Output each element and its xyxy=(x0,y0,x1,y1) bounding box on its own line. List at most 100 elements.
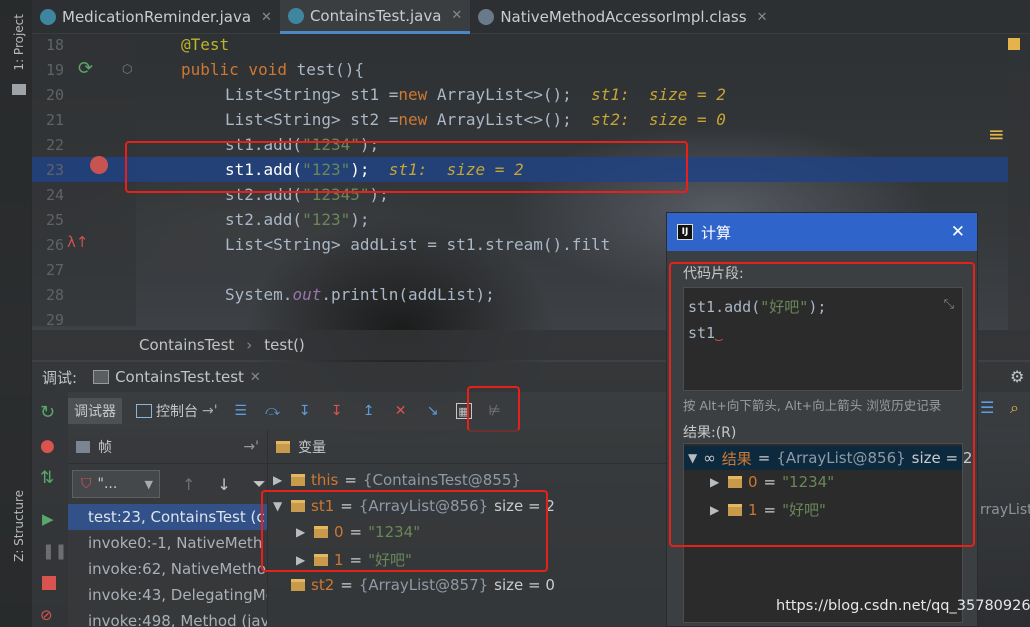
breadcrumb-class[interactable]: ContainsTest xyxy=(139,336,234,354)
thread-selector-value: "... xyxy=(97,476,118,492)
frames-panel: 帧 →' ⛉ "... ▼ ↑ ↓ ⏷ test:23, ContainsTes… xyxy=(68,430,268,627)
keyword-token: new xyxy=(398,85,428,104)
gear-icon[interactable]: ⚙ xyxy=(1010,367,1024,386)
tab-medication-reminder[interactable]: MedicationReminder.java ✕ xyxy=(32,0,280,34)
console-tab-label: 控制台 xyxy=(156,404,198,420)
tab-contains-test[interactable]: ContainsTest.java ✕ xyxy=(279,0,471,34)
frames-icon xyxy=(76,440,90,453)
frame-item[interactable]: invoke0:-1, NativeMeth xyxy=(68,530,267,556)
list-icon[interactable]: ☰ xyxy=(980,398,994,417)
pause-icon[interactable]: ❚❚ xyxy=(42,542,67,560)
close-icon[interactable]: ✕ xyxy=(261,10,272,25)
mute-breakpoints-icon[interactable]: ⊘ xyxy=(40,606,53,624)
run-to-cursor-icon[interactable]: ↘ xyxy=(424,402,442,420)
show-execution-point-icon[interactable]: ☰ xyxy=(232,402,250,420)
menu-lines-icon[interactable]: ≡ xyxy=(988,122,1005,146)
step-over-icon[interactable]: ⤼ xyxy=(264,402,282,420)
variable-icon xyxy=(291,474,305,486)
rerun-icon[interactable]: ↻ xyxy=(40,402,55,423)
left-tool-strip: 1: Project Z: Structure xyxy=(0,0,32,627)
up-arrow-icon[interactable]: ↑ xyxy=(182,475,195,494)
line-number: 20 xyxy=(45,86,64,104)
chevron-right-icon: › xyxy=(246,336,253,354)
tab-native-method-accessor[interactable]: NativeMethodAccessorImpl.class ✕ xyxy=(470,0,775,34)
line-number: 29 xyxy=(45,311,64,329)
frame-item[interactable]: invoke:62, NativeMetho xyxy=(68,556,267,582)
line-number: 26 xyxy=(45,236,64,254)
line-number: 23 xyxy=(45,161,64,179)
frame-item[interactable]: invoke:43, DelegatingMe xyxy=(68,582,267,608)
dialog-title: 计算 xyxy=(701,223,732,242)
step-out-icon[interactable]: ↥ xyxy=(360,402,378,420)
tab-label: ContainsTest.java xyxy=(309,6,442,25)
editor-tab-bar: MedicationReminder.java ✕ ContainsTest.j… xyxy=(32,0,1030,34)
resume-program-icon[interactable]: ▶ xyxy=(42,510,54,528)
code-token: System. xyxy=(225,285,293,304)
view-breakpoints-icon[interactable]: ● xyxy=(40,436,55,456)
annotation-token: @Test xyxy=(181,35,230,54)
thread-selector[interactable]: ⛉ "... ▼ xyxy=(72,470,160,498)
pin-icon[interactable]: →' xyxy=(243,439,259,455)
tab-label: NativeMethodAccessorImpl.class xyxy=(500,8,747,26)
folder-icon[interactable] xyxy=(12,84,26,95)
variable-ref: {ArrayList@857} xyxy=(358,576,489,594)
lambda-breakpoint-icon[interactable]: λ↑ xyxy=(67,233,88,251)
project-tool-label[interactable]: 1: Project xyxy=(12,14,26,71)
variable-size: size = 0 xyxy=(494,576,555,594)
close-icon[interactable]: ✕ xyxy=(451,8,462,23)
variables-header: 变量 xyxy=(268,430,668,464)
line-number: 27 xyxy=(45,261,64,279)
keyword-token: new xyxy=(398,110,428,129)
close-icon[interactable]: ✕ xyxy=(757,10,768,25)
variable-ref: {ContainsTest@855} xyxy=(362,471,521,489)
code-token: .println(addList); xyxy=(321,285,495,304)
code-token: List<String> st2 = xyxy=(225,110,399,129)
inspect-icon[interactable]: ⌕ xyxy=(1010,398,1019,418)
variable-eq: = xyxy=(344,471,357,489)
code-token: ArrayList<>(); xyxy=(427,85,572,104)
session-tab-label: ContainsTest.test xyxy=(115,368,244,386)
close-icon[interactable]: ✕ xyxy=(250,370,261,385)
highlight-evaluate-button xyxy=(467,386,520,432)
drop-frame-icon[interactable]: ✕ xyxy=(392,402,410,420)
java-class-icon xyxy=(287,7,304,24)
highlight-evaluate-dialog xyxy=(669,262,975,547)
debug-session-tab[interactable]: ContainsTest.test ✕ xyxy=(93,368,261,386)
frame-item[interactable]: test:23, ContainsTest (c xyxy=(68,504,267,530)
variables-header-label: 变量 xyxy=(298,439,326,456)
expand-icon[interactable]: ▶ xyxy=(273,473,285,487)
breadcrumb-method[interactable]: test() xyxy=(264,336,305,354)
line-number: 19 xyxy=(45,61,64,79)
chevron-down-icon: ▼ xyxy=(144,477,153,491)
frames-header: 帧 →' xyxy=(68,430,267,464)
frame-item[interactable]: invoke:498, Method (jav xyxy=(68,608,267,627)
variable-row-st2[interactable]: st2 = {ArrayList@857} size = 0 xyxy=(273,576,555,594)
highlight-st1-variables xyxy=(261,490,548,572)
tab-debugger[interactable]: 调试器 xyxy=(68,398,122,424)
code-line-25: st2.add("123"); xyxy=(225,210,370,229)
resume-icon[interactable]: ⇅ xyxy=(40,468,54,488)
structure-tool-label[interactable]: Z: Structure xyxy=(12,490,26,562)
inspection-status-icon[interactable] xyxy=(1008,38,1020,50)
variable-row-this[interactable]: ▶ this = {ContainsTest@855} xyxy=(273,471,521,489)
code-token: ArrayList<>(); xyxy=(427,110,572,129)
variables-icon xyxy=(276,440,290,453)
line-number: 25 xyxy=(45,211,64,229)
breakpoint-icon[interactable] xyxy=(90,156,108,174)
down-arrow-icon[interactable]: ↓ xyxy=(217,475,230,494)
close-icon[interactable]: ✕ xyxy=(951,222,965,242)
code-token: ); xyxy=(350,210,370,229)
code-line-20: List<String> st1 =new ArrayList<>(); st1… xyxy=(225,85,726,104)
variable-name: this xyxy=(311,471,339,489)
run-test-icon[interactable]: ⟳ xyxy=(78,58,93,79)
editor-scrollbar[interactable]: ≡ xyxy=(988,34,1030,330)
code-token: st2.add( xyxy=(225,210,303,229)
fold-icon[interactable]: ⬡ xyxy=(122,62,132,76)
stop-icon[interactable] xyxy=(42,576,56,590)
dialog-title-bar[interactable]: IJ 计算 xyxy=(667,213,977,251)
variable-eq: = xyxy=(340,576,353,594)
step-into-icon[interactable]: ↧ xyxy=(296,402,314,420)
string-token: "123" xyxy=(302,210,351,229)
force-step-into-icon[interactable]: ↧ xyxy=(328,402,346,420)
tab-console[interactable]: 控制台 →' xyxy=(136,401,218,421)
